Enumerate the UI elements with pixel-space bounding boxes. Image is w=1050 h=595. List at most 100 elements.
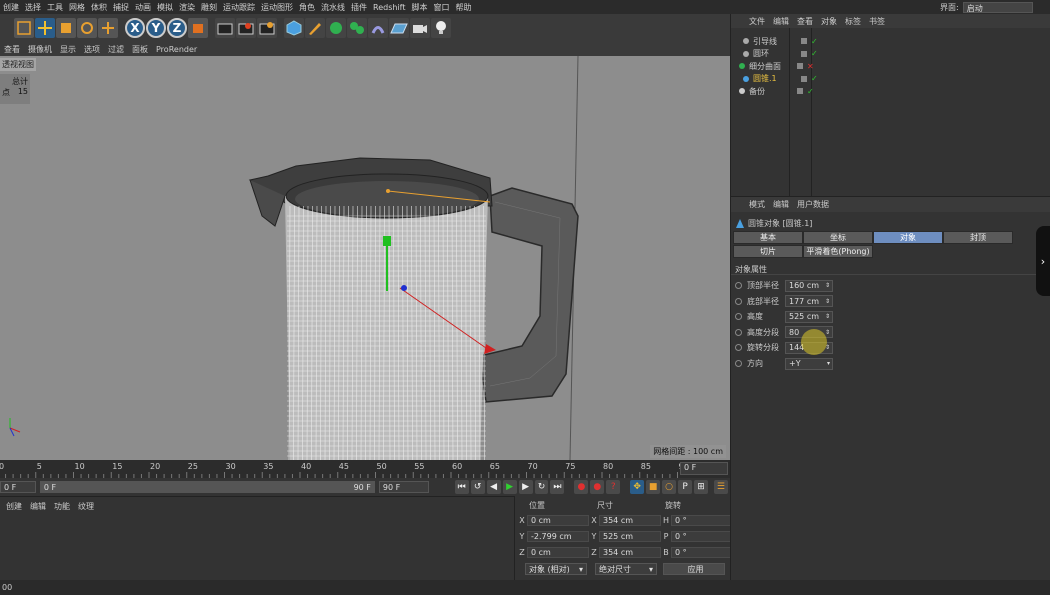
menu-item[interactable]: 创建 — [0, 2, 22, 13]
timeline-ruler[interactable]: 051015202530354045505560657075808590 — [0, 460, 689, 478]
menu-item[interactable]: 流水线 — [318, 2, 348, 13]
viewport-3d[interactable]: 透视视图 总计 点 15 网格间距 : 100 cm — [0, 56, 730, 460]
object-visibility-icon[interactable] — [797, 63, 803, 69]
attribute-menu-item[interactable]: 用户数据 — [793, 199, 833, 210]
property-animate-icon[interactable] — [735, 313, 742, 321]
object-menu-item[interactable]: 标签 — [841, 16, 865, 27]
camera-icon[interactable] — [410, 18, 430, 38]
object-visibility-icon[interactable] — [801, 75, 807, 82]
live-select-icon[interactable] — [14, 18, 34, 38]
object-row[interactable]: 备份 ✓ — [731, 85, 1050, 97]
object-menu-item[interactable]: 文件 — [745, 16, 769, 27]
menu-item[interactable]: 模拟 — [154, 2, 176, 13]
property-value-field[interactable]: +Y ▾ — [785, 357, 833, 370]
tab2-1[interactable]: 平滑着色(Phong) — [803, 245, 873, 258]
coord-mode-select[interactable]: 对象 (相对) ▾ — [525, 563, 587, 575]
render-settings-icon[interactable] — [257, 18, 277, 38]
key-rotate-icon[interactable]: ○ — [662, 480, 677, 494]
floor-icon[interactable] — [389, 18, 409, 38]
menu-item[interactable]: 网格 — [66, 2, 88, 13]
coord-rotation-field[interactable]: 0 ° — [671, 546, 733, 558]
property-value-field[interactable]: 177 cm ⇕ — [785, 295, 833, 308]
side-panel-tab[interactable]: › — [1036, 226, 1050, 296]
coord-rotation-field[interactable]: 0 ° — [671, 514, 733, 526]
object-row[interactable]: 引导线 ✓ — [731, 35, 1050, 47]
x-axis-icon[interactable]: X — [125, 18, 145, 38]
object-enabled-icon[interactable]: ✕ — [807, 62, 814, 71]
coord-rotation-field[interactable]: 0 ° — [671, 530, 733, 542]
spinner-arrow-icon[interactable]: ⇕ — [825, 298, 830, 305]
coord-size-field[interactable]: 354 cm — [599, 546, 661, 558]
timeline-menu-icon[interactable]: ☰ — [713, 480, 728, 494]
property-value-field[interactable]: 160 cm ⇕ — [785, 279, 833, 292]
menu-item[interactable]: 运动图形 — [258, 2, 296, 13]
object-visibility-icon[interactable] — [801, 38, 807, 44]
spinner-arrow-icon[interactable]: ▾ — [827, 360, 830, 367]
property-animate-icon[interactable] — [735, 297, 742, 305]
attribute-menu-item[interactable]: 模式 — [745, 199, 769, 210]
menu-item[interactable]: 捕捉 — [110, 2, 132, 13]
spinner-arrow-icon[interactable]: ⇕ — [825, 313, 830, 320]
apply-button[interactable]: 应用 — [663, 563, 725, 575]
object-menu-item[interactable]: 编辑 — [769, 16, 793, 27]
object-menu-item[interactable]: 对象 — [817, 16, 841, 27]
coord-size-select[interactable]: 绝对尺寸 ▾ — [595, 563, 657, 575]
tab-0[interactable]: 基本 — [733, 231, 803, 244]
material-menu-item[interactable]: 创建 — [2, 501, 26, 512]
object-enabled-icon[interactable]: ✓ — [811, 49, 818, 58]
end-frame-field[interactable]: 90 F — [378, 481, 429, 493]
object-row[interactable]: 圆环 ✓ — [731, 48, 1050, 60]
rotate-icon[interactable] — [77, 18, 97, 38]
step-forward-icon[interactable]: ▶ — [518, 480, 533, 494]
viewport-menu-item[interactable]: 查看 — [0, 44, 24, 55]
render-view-icon[interactable] — [215, 18, 235, 38]
coord-position-field[interactable]: -2.799 cm — [527, 530, 589, 542]
loop-icon[interactable]: ↻ — [534, 480, 549, 494]
menu-item[interactable]: Redshift — [370, 3, 408, 12]
tab-3[interactable]: 封顶 — [943, 231, 1013, 244]
menu-item[interactable]: 渲染 — [176, 2, 198, 13]
object-menu-item[interactable]: 查看 — [793, 16, 817, 27]
key-move-icon[interactable]: ✥ — [630, 480, 645, 494]
object-menu-item[interactable]: 书签 — [865, 16, 889, 27]
viewport-menu-item[interactable]: 面板 — [128, 44, 152, 55]
coord-position-field[interactable]: 0 cm — [527, 546, 589, 558]
object-enabled-icon[interactable]: ✓ — [811, 37, 818, 46]
coord-size-field[interactable]: 525 cm — [599, 530, 661, 542]
object-row[interactable]: 圆锥.1 ✓ — [731, 73, 1050, 85]
viewport-menu-item[interactable]: 选项 — [80, 44, 104, 55]
property-animate-icon[interactable] — [735, 344, 742, 352]
go-to-end-icon[interactable]: ⏭ — [550, 480, 565, 494]
key-pla-icon[interactable]: ⊞ — [694, 480, 708, 494]
attribute-menu-item[interactable]: 编辑 — [769, 199, 793, 210]
menu-item[interactable]: 脚本 — [408, 2, 430, 13]
scale-icon[interactable] — [56, 18, 76, 38]
start-frame-field[interactable]: 0 F — [0, 481, 36, 493]
menu-item[interactable]: 运动跟踪 — [220, 2, 258, 13]
property-value-field[interactable]: 525 cm ⇕ — [785, 310, 833, 323]
tab2-0[interactable]: 切片 — [733, 245, 803, 258]
light-icon[interactable] — [431, 18, 451, 38]
material-menu-item[interactable]: 功能 — [50, 501, 74, 512]
play-icon[interactable]: ▶ — [502, 480, 517, 494]
go-to-start-icon[interactable]: ⏮ — [454, 480, 469, 494]
pen-icon[interactable] — [305, 18, 325, 38]
menu-item[interactable]: 体积 — [88, 2, 110, 13]
menu-item[interactable]: 动画 — [132, 2, 154, 13]
menu-item[interactable]: 插件 — [348, 2, 370, 13]
step-back-icon[interactable]: ↺ — [470, 480, 485, 494]
menu-item[interactable]: 工具 — [44, 2, 66, 13]
material-menu-item[interactable]: 编辑 — [26, 501, 50, 512]
move-icon[interactable] — [35, 18, 55, 38]
object-visibility-icon[interactable] — [797, 88, 803, 94]
viewport-menu-item[interactable]: 显示 — [56, 44, 80, 55]
key-scale-icon[interactable]: ■ — [646, 480, 661, 494]
key-param-icon[interactable]: P — [678, 480, 693, 494]
current-frame-field[interactable]: 0 F — [680, 462, 728, 475]
layout-dropdown[interactable]: 启动 — [962, 1, 1033, 13]
cube-icon[interactable] — [284, 18, 304, 38]
menu-item[interactable]: 窗口 — [430, 2, 452, 13]
auto-key-icon[interactable]: ● — [590, 480, 605, 494]
viewport-menu-item[interactable]: 过滤 — [104, 44, 128, 55]
object-visibility-icon[interactable] — [801, 50, 807, 57]
